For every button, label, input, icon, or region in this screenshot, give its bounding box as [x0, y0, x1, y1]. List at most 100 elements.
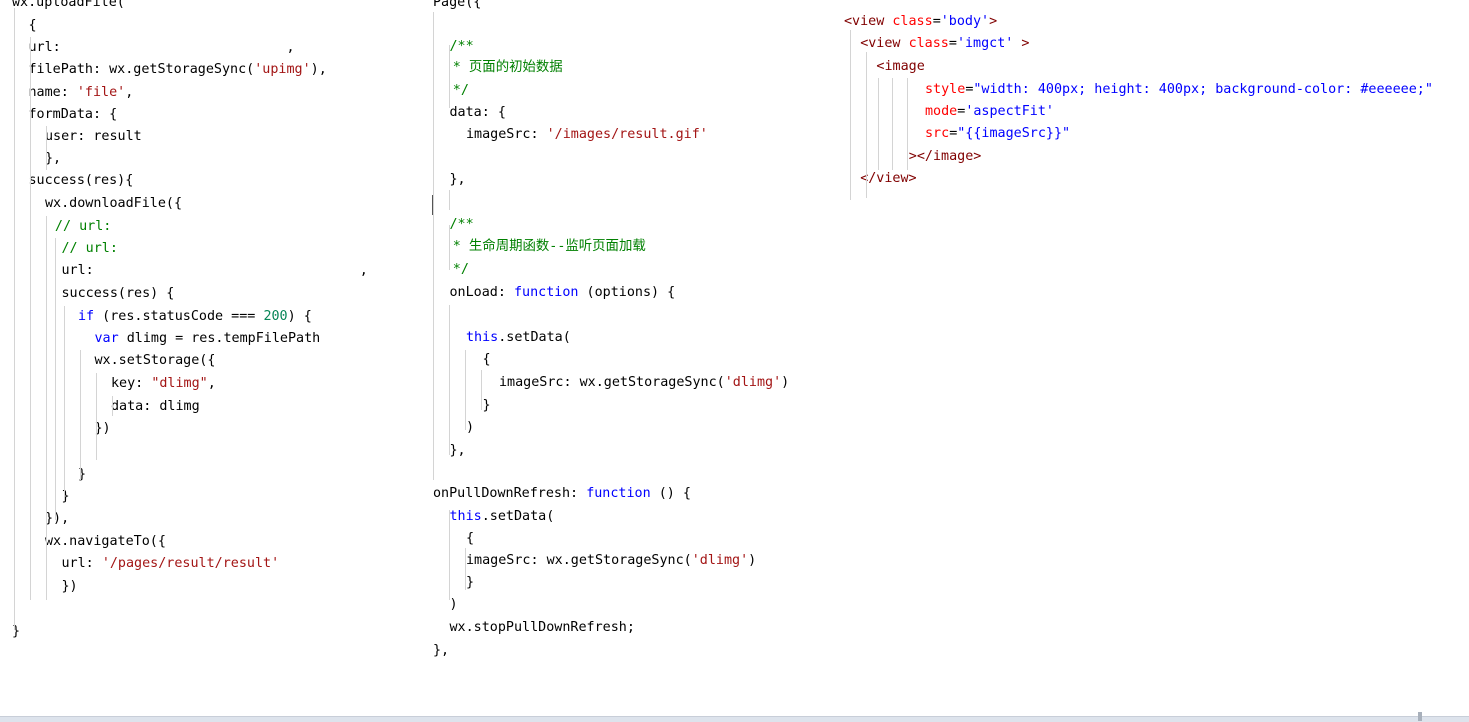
- code-line: wx.navigateTo({: [45, 531, 166, 553]
- code-token: (options) {: [578, 285, 676, 300]
- code-line: imageSrc: wx.getStorageSync('dlimg'): [499, 372, 789, 394]
- code-token: =: [932, 14, 941, 29]
- code-line: /**: [450, 214, 474, 236]
- code-line: // url:: [62, 238, 118, 260]
- code-line: this.setData(: [450, 506, 555, 528]
- code-token: ,: [207, 376, 216, 391]
- code-token: // url:: [61, 241, 118, 256]
- code-token: ></image>: [908, 149, 982, 164]
- code-token: function: [586, 486, 651, 501]
- code-token: 200: [263, 309, 288, 324]
- indent-guide: [46, 126, 47, 170]
- code-line: }: [62, 486, 70, 508]
- code-token: () {: [650, 486, 691, 501]
- code-token: wx.uploadFile(: [12, 0, 125, 10]
- code-token: {: [466, 531, 475, 546]
- code-line: style="width: 400px; height: 400px; back…: [925, 79, 1433, 101]
- resize-grip[interactable]: [1418, 712, 1422, 721]
- code-line: }: [483, 395, 491, 417]
- code-line: ): [466, 417, 474, 439]
- code-token: success(res) {: [61, 286, 175, 301]
- code-line: ></image>: [909, 146, 982, 168]
- indent-guide: [55, 238, 56, 520]
- upload-code-panel: wx.uploadFile({url: , filePath: wx.getSto…: [0, 0, 420, 700]
- code-line: },: [450, 169, 466, 191]
- code-token: 'imgct': [956, 36, 1014, 51]
- indent-guide: [892, 78, 893, 170]
- indent-guide: [465, 350, 466, 430]
- code-token: >: [989, 14, 998, 29]
- code-token: }: [61, 489, 70, 504]
- code-line: ): [450, 594, 458, 616]
- code-token: 'dlimg': [724, 375, 782, 390]
- code-line: <image: [876, 56, 924, 78]
- code-token: </view>: [860, 171, 917, 186]
- code-token: }: [466, 575, 475, 590]
- code-token: .setData(: [481, 509, 555, 524]
- code-token: url:: [61, 263, 94, 278]
- indent-guide: [64, 306, 65, 500]
- text-caret: [432, 195, 433, 215]
- indent-guide: [46, 216, 47, 600]
- code-token: if: [78, 309, 95, 324]
- code-token: var: [94, 331, 119, 346]
- code-token: ) {: [287, 309, 312, 324]
- indent-guide: [907, 78, 908, 170]
- code-token: ): [466, 420, 475, 435]
- code-token: formData: {: [28, 107, 118, 122]
- indent-guide: [878, 78, 879, 170]
- code-token: data: dlimg: [111, 399, 200, 414]
- code-line: key: "dlimg",: [111, 373, 216, 395]
- code-token: "width: 400px; height: 400px; background…: [973, 82, 1433, 97]
- code-line: {: [483, 349, 491, 371]
- code-token: 'file': [76, 85, 126, 100]
- code-token: "dlimg": [151, 376, 208, 391]
- code-line: src="{{imageSrc}}": [925, 123, 1070, 145]
- indent-guide: [112, 396, 113, 416]
- code-token: class: [908, 36, 949, 51]
- code-token: .setData(: [498, 330, 571, 345]
- code-token: wx.downloadFile({: [45, 196, 183, 211]
- code-line: imageSrc: '/images/result.gif': [466, 124, 708, 146]
- code-token: src: [925, 126, 950, 141]
- code-line: /**: [450, 36, 474, 58]
- indent-guide: [30, 193, 31, 600]
- code-token: * 生命周期函数--监听页面加载: [452, 239, 646, 254]
- code-token: ,: [60, 40, 295, 55]
- code-token: imageSrc: wx.getStorageSync(: [466, 553, 692, 568]
- code-line: this.setData(: [466, 327, 571, 349]
- code-line: */: [453, 259, 469, 281]
- code-token: mode: [925, 104, 958, 119]
- code-token: ): [748, 553, 757, 568]
- code-token: this: [449, 509, 482, 524]
- indent-guide: [866, 52, 867, 198]
- indent-guide: [433, 12, 434, 480]
- code-line: if (res.statusCode === 200) {: [78, 306, 312, 328]
- window-bottom-border: [0, 716, 1469, 722]
- code-line: data: dlimg: [111, 396, 200, 418]
- code-line: },: [450, 440, 466, 462]
- code-token: wx.navigateTo({: [45, 534, 166, 549]
- indent-guide: [449, 510, 450, 600]
- code-line: success(res){: [29, 170, 134, 192]
- code-token: onPullDownRefresh:: [433, 486, 587, 501]
- code-line: formData: {: [29, 104, 118, 126]
- code-line: imageSrc: wx.getStorageSync('dlimg'): [466, 550, 756, 572]
- code-line: }: [466, 572, 474, 594]
- indent-guide: [96, 373, 97, 460]
- code-token: 'dlimg': [691, 553, 749, 568]
- code-token: // url:: [54, 219, 112, 234]
- indent-guide: [481, 370, 482, 410]
- code-token: function: [514, 285, 579, 300]
- code-line: Page({: [433, 0, 481, 14]
- code-token: }: [482, 398, 491, 413]
- code-line: data: {: [450, 102, 506, 124]
- code-line: }): [62, 576, 78, 598]
- code-token: "{{imageSrc}}": [957, 126, 1071, 141]
- code-line: {: [466, 528, 474, 550]
- code-token: },: [449, 443, 466, 458]
- code-line: <view class='imgct' >: [860, 33, 1029, 55]
- code-line: wx.setStorage({: [95, 350, 216, 372]
- indent-guide: [850, 30, 851, 200]
- code-line: onLoad: function (options) {: [450, 282, 676, 304]
